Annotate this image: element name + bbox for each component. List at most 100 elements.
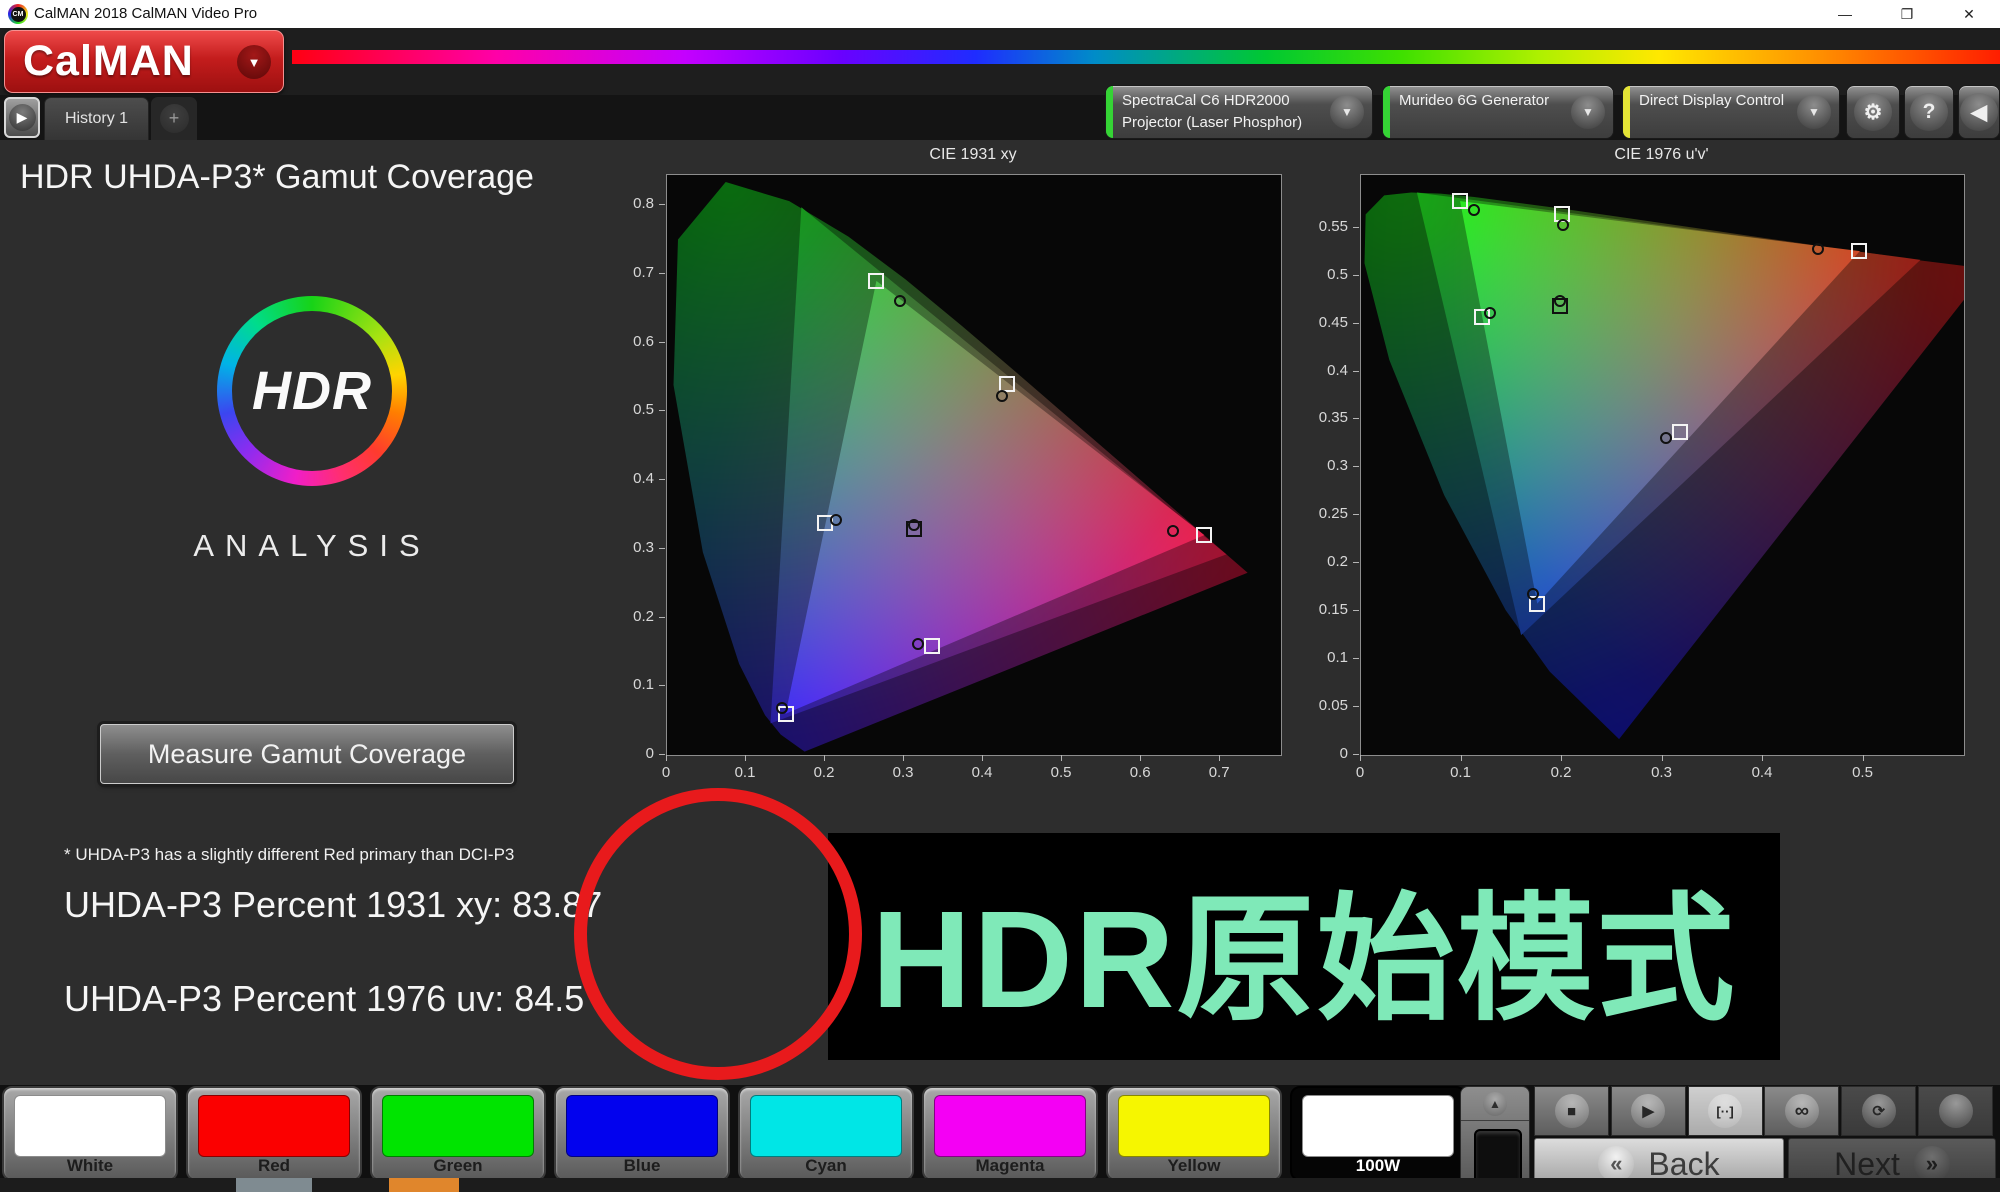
title-bar: CM CalMAN 2018 CalMAN Video Pro — ❐ ✕ bbox=[0, 0, 2000, 28]
x-tick bbox=[982, 755, 983, 761]
chevron-down-icon: ▼ bbox=[1330, 95, 1364, 129]
loop-button[interactable]: ⟳ bbox=[1841, 1086, 1916, 1136]
pattern-swatch-magenta[interactable]: Magenta bbox=[922, 1086, 1098, 1181]
target-marker-magenta bbox=[924, 638, 940, 654]
back-label: Back bbox=[1648, 1146, 1719, 1183]
y-tick bbox=[1353, 658, 1359, 659]
range-button[interactable]: [··] bbox=[1688, 1086, 1763, 1136]
y-tick bbox=[1353, 514, 1359, 515]
calman-menu-button[interactable]: CalMAN ▼ bbox=[4, 30, 284, 93]
chart-plot-area bbox=[1360, 174, 1965, 756]
x-tick-label: 0.5 bbox=[1843, 764, 1883, 781]
y-tick-label: 0.4 bbox=[1298, 362, 1348, 379]
tab-history-1[interactable]: History 1 bbox=[44, 97, 149, 140]
measured-marker-yellow bbox=[1557, 219, 1569, 231]
chart-title: CIE 1976 u'v' bbox=[1360, 146, 1963, 168]
pattern-swatch-yellow[interactable]: Yellow bbox=[1106, 1086, 1282, 1181]
mode-caption-box: HDR原始模式 bbox=[828, 833, 1780, 1060]
x-tick bbox=[1561, 755, 1562, 761]
tab-scroll-button[interactable]: ▶ bbox=[4, 97, 40, 138]
x-tick-label: 0.4 bbox=[1742, 764, 1782, 781]
analysis-label: ANALYSIS bbox=[162, 528, 462, 564]
status-stripe bbox=[1106, 86, 1113, 138]
chevron-down-icon: ▼ bbox=[237, 45, 271, 79]
pattern-up-button[interactable]: ▲ bbox=[1461, 1087, 1529, 1121]
pattern-swatch-green[interactable]: Green bbox=[370, 1086, 546, 1181]
y-tick-label: 0.2 bbox=[604, 608, 654, 625]
stop-button-icon: ■ bbox=[1555, 1094, 1589, 1128]
device-dropdown[interactable]: Murideo 6G Generator ▼ bbox=[1382, 85, 1614, 139]
x-tick bbox=[745, 755, 746, 761]
pattern-swatch-white[interactable]: White bbox=[2, 1086, 178, 1181]
y-tick-label: 0.1 bbox=[1298, 649, 1348, 666]
chart-title: CIE 1931 xy bbox=[666, 146, 1280, 168]
loop-button-icon: ⟳ bbox=[1862, 1094, 1896, 1128]
pattern-swatch-cyan[interactable]: Cyan bbox=[738, 1086, 914, 1181]
uhda-footnote: * UHDA-P3 has a slightly different Red p… bbox=[64, 845, 514, 865]
calman-logo-text: CalMAN bbox=[23, 37, 194, 86]
target-marker-green bbox=[868, 273, 884, 289]
swatch-label: Red bbox=[188, 1156, 360, 1176]
y-tick-label: 0.5 bbox=[604, 401, 654, 418]
measured-marker-cyan bbox=[830, 514, 842, 526]
y-tick bbox=[1353, 754, 1359, 755]
y-tick bbox=[1353, 323, 1359, 324]
y-tick-label: 0.3 bbox=[604, 539, 654, 556]
infinity-button[interactable]: ∞ bbox=[1764, 1086, 1839, 1136]
add-tab-button[interactable]: + bbox=[151, 97, 197, 140]
swatch-color bbox=[198, 1095, 350, 1157]
help-button[interactable]: ? bbox=[1904, 85, 1954, 139]
minimize-button[interactable]: — bbox=[1814, 0, 1876, 28]
close-button[interactable]: ✕ bbox=[1938, 0, 2000, 28]
pattern-swatch-100w[interactable]: 100W bbox=[1290, 1086, 1466, 1181]
y-tick-label: 0.35 bbox=[1298, 409, 1348, 426]
x-tick-label: 0.3 bbox=[1642, 764, 1682, 781]
cie-1931-chart: CIE 1931 xy00.10.20.30.40.50.60.700.10.2… bbox=[600, 146, 1306, 806]
swatch-color bbox=[382, 1095, 534, 1157]
swatch-color bbox=[1302, 1095, 1454, 1157]
y-tick-label: 0.3 bbox=[1298, 457, 1348, 474]
swatch-color bbox=[934, 1095, 1086, 1157]
y-tick-label: 0.5 bbox=[1298, 266, 1348, 283]
device-dropdown[interactable]: Direct Display Control ▼ bbox=[1622, 85, 1840, 139]
x-tick bbox=[1219, 755, 1220, 761]
x-tick bbox=[1863, 755, 1864, 761]
measure-gamut-coverage-button[interactable]: Measure Gamut Coverage bbox=[100, 724, 514, 784]
y-tick bbox=[1353, 227, 1359, 228]
target-marker-magenta bbox=[1672, 424, 1688, 440]
measured-marker-red bbox=[1167, 525, 1179, 537]
x-tick-label: 0.5 bbox=[1041, 764, 1081, 781]
hdr-logo-text: HDR bbox=[252, 360, 372, 422]
range-button-icon: [··] bbox=[1708, 1094, 1742, 1128]
y-tick-label: 0.45 bbox=[1298, 314, 1348, 331]
pattern-swatch-blue[interactable]: Blue bbox=[554, 1086, 730, 1181]
settings-button[interactable]: ⚙ bbox=[1846, 85, 1900, 139]
x-tick-label: 0.4 bbox=[962, 764, 1002, 781]
y-tick-label: 0.8 bbox=[604, 195, 654, 212]
x-tick bbox=[1762, 755, 1763, 761]
target-marker-red bbox=[1851, 243, 1867, 259]
device-dropdown[interactable]: SpectraCal C6 HDR2000Projector (Laser Ph… bbox=[1105, 85, 1373, 139]
target-marker-red bbox=[1196, 527, 1212, 543]
question-icon: ? bbox=[1910, 93, 1948, 131]
cie-1976-chart: CIE 1976 u'v'00.10.20.30.40.500.050.10.1… bbox=[1294, 146, 2000, 806]
pattern-swatch-red[interactable]: Red bbox=[186, 1086, 362, 1181]
result-1931-xy: UHDA-P3 Percent 1931 xy: 83.87 bbox=[64, 884, 602, 926]
y-tick bbox=[659, 342, 665, 343]
x-tick bbox=[1662, 755, 1663, 761]
chevrons-left-icon: « bbox=[1598, 1146, 1634, 1182]
plus-icon: + bbox=[160, 104, 189, 133]
measured-marker-magenta bbox=[1660, 432, 1672, 444]
extra-button[interactable] bbox=[1918, 1086, 1993, 1136]
play-button[interactable]: ▶ bbox=[1611, 1086, 1686, 1136]
collapse-panel-button[interactable]: ◀ bbox=[1958, 85, 2000, 139]
y-tick bbox=[659, 617, 665, 618]
swatch-color bbox=[750, 1095, 902, 1157]
restore-button[interactable]: ❐ bbox=[1876, 0, 1938, 28]
hdr-analysis-logo: HDR bbox=[217, 296, 407, 486]
measured-marker-red bbox=[1812, 243, 1824, 255]
stop-button[interactable]: ■ bbox=[1534, 1086, 1609, 1136]
x-tick bbox=[1140, 755, 1141, 761]
y-tick bbox=[659, 754, 665, 755]
play-arrow-icon: ▶ bbox=[9, 104, 36, 131]
